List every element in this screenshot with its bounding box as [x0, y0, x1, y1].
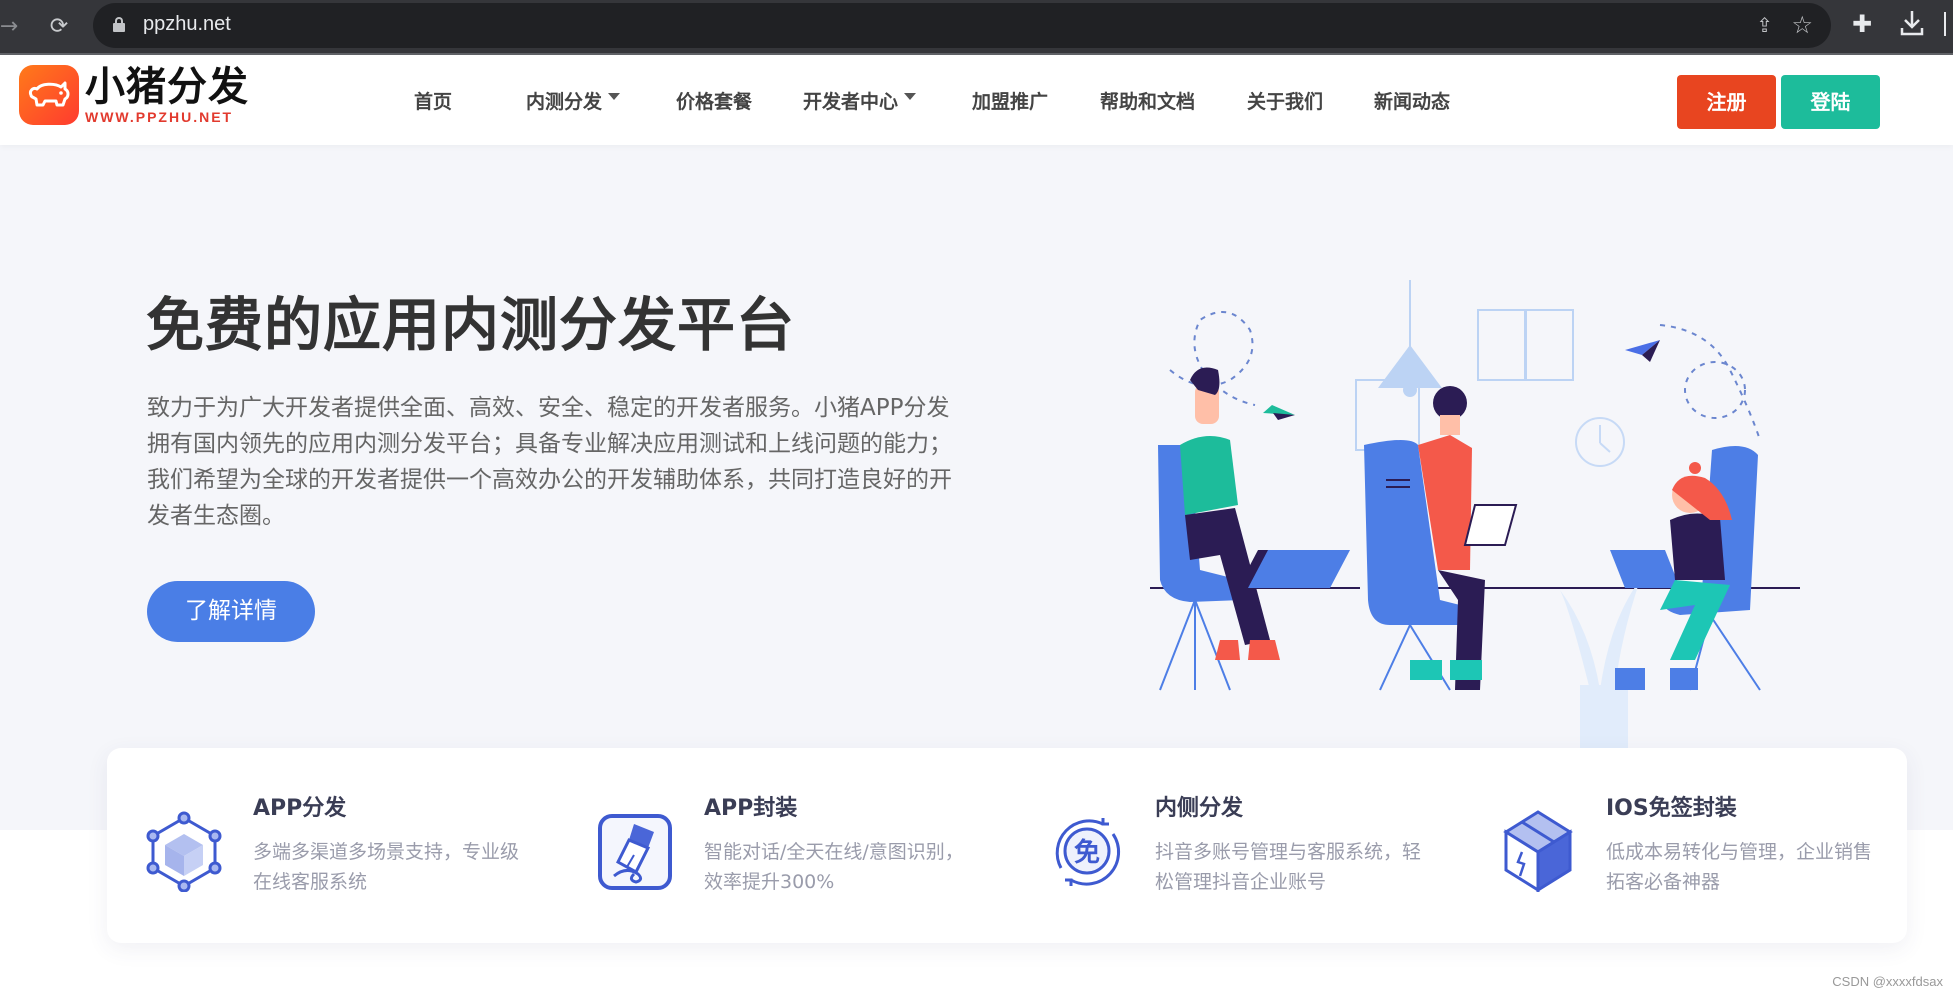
download-icon[interactable] — [1898, 8, 1926, 38]
dashed-loop-right — [1659, 324, 1761, 441]
back-arrow-icon[interactable]: → — [0, 12, 24, 42]
person-right — [1610, 446, 1761, 691]
feature-ios-signfree[interactable]: IOS免签封装 低成本易转化与管理，企业销售拓客必备神器 — [1460, 748, 1910, 943]
site-header: 小猪分发 WWW.PPZHU.NET 首页 内测分发 价格套餐 开发者中心 加盟… — [0, 57, 1953, 145]
feature-title: 内侧分发 — [1155, 796, 1244, 821]
url-text[interactable]: ppzhu.net — [143, 13, 231, 36]
feature-title: APP分发 — [253, 796, 347, 821]
feature-description: 智能对话/全天在线/意图识别，效率提升300% — [704, 841, 964, 893]
nav-home[interactable]: 首页 — [414, 87, 452, 114]
features-card: APP分发 多端多渠道多场景支持，专业级在线客服系统 APP封装 智能对话/全天… — [107, 748, 1907, 943]
person-middle — [1364, 386, 1518, 691]
logo-domain: WWW.PPZHU.NET — [85, 109, 234, 125]
extensions-icon[interactable]: ✚ — [1852, 10, 1872, 38]
star-icon[interactable]: ☆ — [1791, 11, 1813, 39]
nav-label: 帮助和文档 — [1100, 91, 1196, 113]
free-cycle-icon: 免 — [1047, 810, 1125, 892]
lock-icon[interactable] — [113, 17, 125, 32]
feature-description: 抖音多账号管理与客服系统，轻松管理抖音企业账号 — [1155, 841, 1422, 893]
login-button[interactable]: 登陆 — [1781, 75, 1880, 129]
hero-description: 致力于为广大开发者提供全面、高效、安全、稳定的开发者服务。小猪APP分发拥有国内… — [147, 395, 952, 529]
person-left — [1158, 367, 1350, 691]
caret-down-icon — [608, 93, 621, 100]
hero-title: 免费的应用内测分发平台 — [146, 291, 796, 359]
site-logo[interactable]: 小猪分发 WWW.PPZHU.NET — [19, 65, 249, 125]
feature-app-packaging[interactable]: APP封装 智能对话/全天在线/意图识别，效率提升300% — [558, 748, 1008, 943]
side-panel-icon[interactable] — [1944, 12, 1950, 36]
pig-logo-icon — [19, 65, 79, 125]
nav-news[interactable]: 新闻动态 — [1374, 87, 1450, 114]
caret-down-icon — [904, 93, 917, 100]
learn-more-button[interactable]: 了解详情 — [147, 581, 315, 642]
nav-franchise[interactable]: 加盟推广 — [972, 87, 1048, 114]
register-button[interactable]: 注册 — [1677, 75, 1776, 129]
feature-app-distribution[interactable]: APP分发 多端多渠道多场景支持，专业级在线客服系统 — [107, 748, 557, 943]
nav-label: 价格套餐 — [676, 91, 753, 113]
svg-text:免: 免 — [1074, 837, 1100, 868]
nav-about[interactable]: 关于我们 — [1247, 87, 1323, 114]
feature-description: 低成本易转化与管理，企业销售拓客必备神器 — [1606, 841, 1873, 893]
address-bar[interactable]: ppzhu.net ⇪ ☆ — [93, 3, 1831, 48]
nav-beta-distribution[interactable]: 内测分发 — [526, 87, 621, 114]
feature-beta-distribution[interactable]: 免 内侧分发 抖音多账号管理与客服系统，轻松管理抖音企业账号 — [1009, 748, 1459, 943]
nav-label: 新闻动态 — [1374, 91, 1451, 113]
reload-icon[interactable]: ⟳ — [44, 12, 74, 42]
nav-label: 加盟推广 — [972, 91, 1049, 113]
nav-pricing[interactable]: 价格套餐 — [676, 87, 752, 114]
feature-description: 多端多渠道多场景支持，专业级在线客服系统 — [253, 841, 520, 893]
nav-label: 内测分发 — [526, 91, 603, 113]
nav-label: 开发者中心 — [803, 91, 899, 113]
share-icon[interactable]: ⇪ — [1756, 13, 1773, 37]
pen-nib-icon — [596, 810, 674, 892]
feature-title: IOS免签封装 — [1606, 796, 1737, 821]
csdn-watermark: CSDN @xxxxfdsax — [1832, 974, 1943, 989]
nav-label: 首页 — [414, 91, 453, 113]
feature-title: APP封装 — [704, 796, 798, 821]
nav-developer-center[interactable]: 开发者中心 — [803, 87, 917, 114]
browser-toolbar: → ⟳ ppzhu.net ⇪ ☆ ✚ — [0, 0, 1953, 55]
nav-label: 关于我们 — [1247, 91, 1324, 113]
hero-section: 免费的应用内测分发平台 致力于为广大开发者提供全面、高效、安全、稳定的开发者服务… — [0, 145, 1953, 830]
box-package-icon — [1498, 810, 1576, 893]
network-cube-icon — [145, 810, 223, 893]
nav-help-docs[interactable]: 帮助和文档 — [1100, 87, 1195, 114]
logo-title: 小猪分发 — [85, 64, 249, 110]
